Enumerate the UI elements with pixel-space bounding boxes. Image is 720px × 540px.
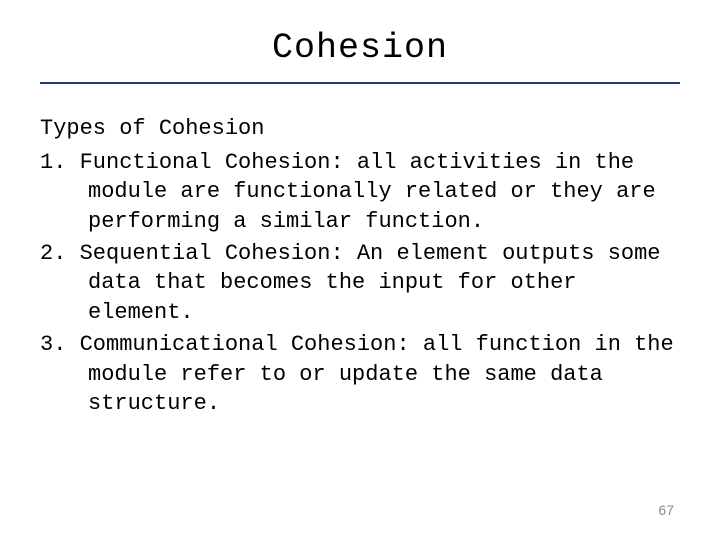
- page-number: 67: [658, 502, 674, 518]
- list-item: Communicational Cohesion: all function i…: [40, 330, 680, 419]
- subheading: Types of Cohesion: [40, 114, 680, 144]
- list-item: Functional Cohesion: all activities in t…: [40, 148, 680, 237]
- cohesion-types-list: Functional Cohesion: all activities in t…: [40, 148, 680, 419]
- slide-title: Cohesion: [40, 28, 680, 68]
- slide: Cohesion Types of Cohesion Functional Co…: [0, 0, 720, 540]
- list-item: Sequential Cohesion: An element outputs …: [40, 239, 680, 328]
- title-divider: [40, 82, 680, 84]
